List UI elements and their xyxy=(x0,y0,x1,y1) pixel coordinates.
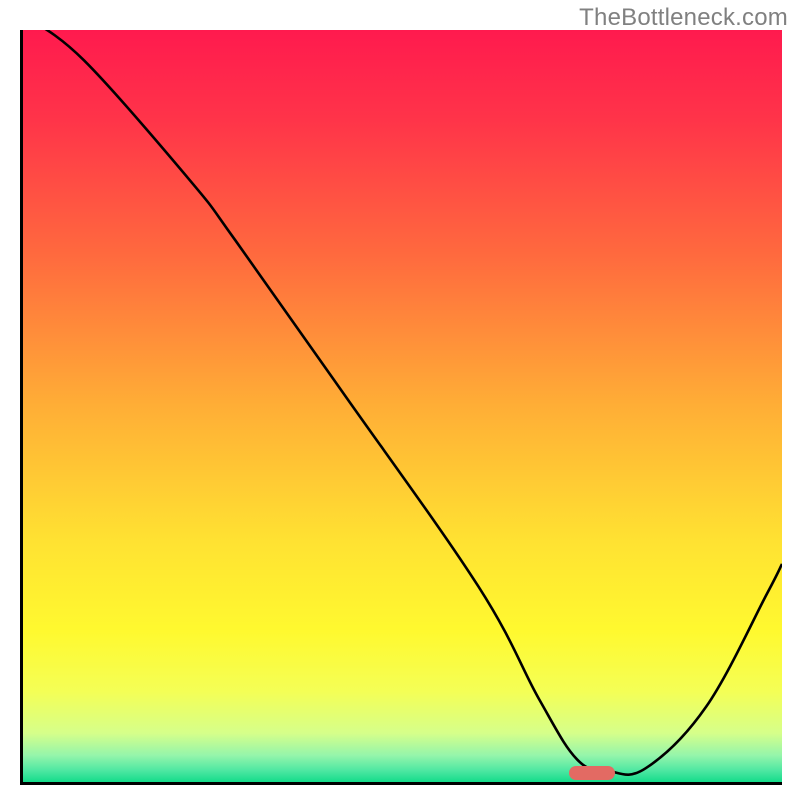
plot-axes-frame xyxy=(20,30,782,785)
chart-container: TheBottleneck.com xyxy=(0,0,800,800)
plot-area xyxy=(23,30,782,782)
bottleneck-curve xyxy=(23,30,782,782)
watermark-text: TheBottleneck.com xyxy=(579,4,788,32)
optimal-marker xyxy=(569,766,615,780)
